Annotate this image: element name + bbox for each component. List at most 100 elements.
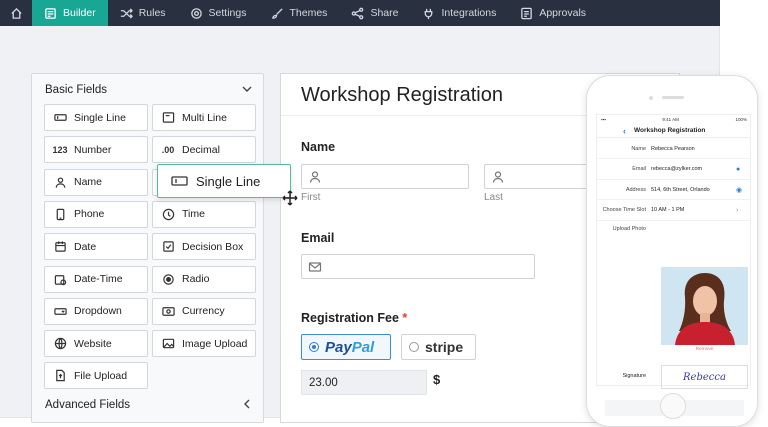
field-label: Radio [182,273,210,285]
tab-integrations[interactable]: Integrations [410,0,508,26]
chevron-left-icon[interactable] [241,398,253,410]
person-icon: ● [736,165,741,173]
upload-row: Upload Photo [597,219,750,239]
phone-row-label: Choose Time Slot [602,207,646,213]
phone-row[interactable]: Name Rebecca Pearson [597,139,750,159]
field-time-button[interactable]: Time [152,200,256,228]
field-image-upload-button[interactable]: Image Upload [152,330,256,358]
speaker [662,96,684,99]
radio-unselected[interactable] [409,342,419,352]
phone-row[interactable]: Email rebecca@zylker.com ● [597,160,750,180]
phone-row-label: Address [625,186,646,193]
field-website-button[interactable]: Website [44,330,148,358]
brush-icon [271,7,283,19]
signature-pad[interactable]: Rebecca [661,365,748,389]
advanced-fields-header[interactable]: Advanced Fields [45,399,130,411]
tab-builder[interactable]: Builder [32,0,108,26]
field-dropdown-button[interactable]: Dropdown [44,297,148,325]
clock-icon [161,208,175,221]
last-sublabel: Last [484,192,503,203]
field-currency-button[interactable]: Currency [152,297,256,325]
dragging-field[interactable]: Single Line [157,164,291,198]
single-line-icon [171,176,188,186]
field-decision-box-button[interactable]: Decision Box [152,233,256,261]
tab-settings[interactable]: Settings [178,0,259,26]
phone-row[interactable]: Choose Time Slot 10 AM - 1 PM › [597,201,750,221]
calendar-icon [53,240,67,253]
tab-label: Approvals [539,7,587,19]
fee-label-text: Registration Fee [301,311,399,325]
signal-icon: ▪▪▪ [601,117,606,122]
battery: 100% [735,117,747,122]
name-label: Name [301,140,336,154]
field-label: Date-Time [74,273,123,285]
home-hardware-button [660,393,686,419]
number-icon: 123 [52,144,68,155]
email-label: Email [301,231,335,245]
tab-label: Share [370,7,399,19]
builder-icon [45,7,56,19]
tab-themes[interactable]: Themes [259,0,340,26]
first-name-input[interactable] [301,164,469,189]
checkbox-icon [161,240,175,253]
uploaded-photo [661,267,748,345]
share-icon [352,7,364,19]
shuffle-icon [120,7,133,19]
field-label: Currency [182,305,225,318]
tab-approvals[interactable]: Approvals [508,0,598,26]
field-label: Date [74,240,97,253]
field-date-button[interactable]: Date [44,233,148,261]
radio-selected[interactable] [309,342,319,352]
tab-label: Builder [63,7,96,19]
tab-rules[interactable]: Rules [108,0,178,26]
field-label: Time [182,208,205,221]
basic-fields-header[interactable]: Basic Fields [45,84,107,96]
back-icon[interactable]: ‹ [623,126,626,136]
tab-label: Integrations [441,7,497,19]
tab-share[interactable]: Share [339,0,410,26]
field-label: Number [74,143,112,156]
phone-preview: ▪▪▪ 9:41 AM 100% ‹ Workshop Registration… [586,75,758,427]
remove-photo-link[interactable]: Remove [661,347,748,352]
field-decimal-button[interactable]: .00 Decimal [152,136,256,164]
field-number-button[interactable]: 123 Number [44,136,148,164]
phone-row-value: Rebecca Pearson [651,145,695,152]
chevron-down-icon[interactable] [241,83,253,95]
field-date-time-button[interactable]: Date-Time [44,265,148,293]
globe-icon [53,337,67,350]
camera [649,96,653,100]
person-icon [53,176,67,189]
date-time-icon [53,273,67,286]
home-button[interactable] [0,0,32,26]
field-label: Decision Box [182,240,244,253]
person-icon [492,171,504,183]
fields-panel: Basic Fields Single Line Multi Line 123 Num… [31,73,264,423]
field-single-line-button[interactable]: Single Line [44,104,148,131]
location-icon: ◉ [736,186,743,194]
field-label: Image Upload [182,337,248,350]
field-multi-line-button[interactable]: Multi Line [152,104,256,131]
upload-label: Upload Photo [612,226,646,232]
multi-line-icon [161,111,175,124]
tab-label: Settings [208,7,247,19]
status-bar: ▪▪▪ 9:41 AM 100% [601,117,747,122]
first-sublabel: First [301,192,321,203]
field-file-upload-button[interactable]: File Upload [44,362,148,390]
tab-label: Themes [289,7,328,19]
field-label: File Upload [74,369,128,382]
field-name-button[interactable]: Name [44,168,148,196]
email-input[interactable] [301,254,535,279]
stripe-option[interactable]: stripe [401,334,476,360]
status-time: 9:41 AM [662,117,679,122]
phone-row[interactable]: Address 514, 6th Street, Orlando ◉ [597,180,750,200]
field-label: Website [74,337,112,350]
currency-symbol: $ [433,372,441,387]
phone-row-value: 514, 6th Street, Orlando [651,186,710,193]
phone-icon [53,208,67,221]
field-label: Name [74,176,103,189]
field-phone-button[interactable]: Phone [44,200,148,228]
field-radio-button[interactable]: Radio [152,265,256,293]
paypal-option[interactable]: PayPal [301,334,391,360]
move-cursor-icon [282,190,298,206]
amount-field[interactable]: 23.00 [301,370,427,395]
